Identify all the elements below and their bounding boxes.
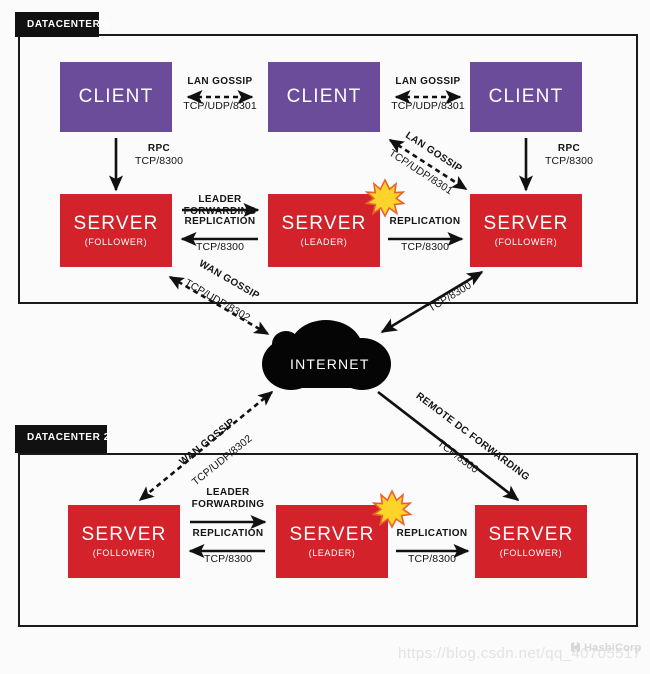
internet-label: INTERNET: [290, 356, 370, 372]
leader-star-dc1: [365, 178, 405, 218]
node-role: (FOLLOWER): [84, 237, 148, 248]
node-role: (LEADER): [308, 548, 356, 559]
node-label: SERVER: [281, 212, 367, 234]
node-client-dc1-1[interactable]: CLIENT: [60, 62, 172, 132]
label-replication-dc1-right: REPLICATION TCP/8300: [375, 216, 475, 253]
node-label: SERVER: [488, 523, 574, 545]
conn-port: TCP/8300: [400, 240, 450, 253]
label-leader-forwarding-dc2: LEADER FORWARDING: [178, 487, 278, 511]
diagram-canvas: DATACENTER 1 CLIENT CLIENT CLIENT SERVER…: [0, 0, 650, 674]
conn-port: TCP/8300: [544, 154, 594, 167]
node-label: SERVER: [73, 212, 159, 234]
conn-title: REPLICATION: [184, 216, 256, 227]
node-client-dc1-2[interactable]: CLIENT: [268, 62, 380, 132]
node-label: SERVER: [483, 212, 569, 234]
label-rpc-left: RPC TCP/8300: [124, 143, 194, 167]
label-replication-dc2-left: REPLICATION TCP/8300: [178, 528, 278, 565]
conn-title-line2: FORWARDING: [191, 498, 265, 510]
conn-title-line1: LEADER: [206, 487, 250, 498]
conn-port: TCP/8300: [203, 552, 253, 565]
conn-port: TCP/8300: [407, 552, 457, 565]
node-role: (LEADER): [300, 237, 348, 248]
node-server-dc1-follower-right[interactable]: SERVER (FOLLOWER): [470, 194, 582, 267]
label-rpc-right: RPC TCP/8300: [534, 143, 604, 167]
conn-port: TCP/8300: [134, 154, 184, 167]
conn-title-line1: LEADER: [198, 194, 242, 205]
conn-port: TCP/UDP/8301: [183, 99, 257, 112]
hashicorp-watermark: HashiCorp: [570, 641, 641, 654]
label-lan-gossip-c1-c2: LAN GOSSIP TCP/UDP/8301: [160, 76, 280, 112]
datacenter-2-label: DATACENTER 2: [15, 425, 109, 453]
conn-port: TCP/UDP/8301: [391, 99, 465, 112]
node-label: CLIENT: [78, 85, 154, 107]
conn-title: RPC: [557, 143, 581, 154]
conn-title: REPLICATION: [192, 528, 264, 539]
label-replication-dc2-right: REPLICATION TCP/8300: [382, 528, 482, 565]
node-server-dc1-follower-left[interactable]: SERVER (FOLLOWER): [60, 194, 172, 267]
conn-title: RPC: [147, 143, 171, 154]
node-label: SERVER: [289, 523, 375, 545]
node-role: (FOLLOWER): [499, 548, 563, 559]
conn-title: LAN GOSSIP: [395, 76, 461, 87]
node-role: (FOLLOWER): [92, 548, 156, 559]
node-label: CLIENT: [286, 85, 362, 107]
node-server-dc2-follower-left[interactable]: SERVER (FOLLOWER): [68, 505, 180, 578]
datacenter-1-label: DATACENTER 1: [15, 12, 109, 37]
node-server-dc2-follower-right[interactable]: SERVER (FOLLOWER): [475, 505, 587, 578]
leader-star-dc2: [372, 489, 412, 529]
hashicorp-label: HashiCorp: [584, 641, 642, 654]
node-label: SERVER: [81, 523, 167, 545]
node-role: (FOLLOWER): [494, 237, 558, 248]
label-lan-gossip-c2-c3: LAN GOSSIP TCP/UDP/8301: [368, 76, 488, 112]
node-label: CLIENT: [488, 85, 564, 107]
label-leader-forwarding-dc1: LEADER FORWARDING: [170, 194, 270, 218]
node-server-dc1-leader[interactable]: SERVER (LEADER): [268, 194, 380, 267]
conn-title: LAN GOSSIP: [187, 76, 253, 87]
hashicorp-logo-icon: [571, 641, 580, 653]
conn-title: REPLICATION: [396, 528, 468, 539]
